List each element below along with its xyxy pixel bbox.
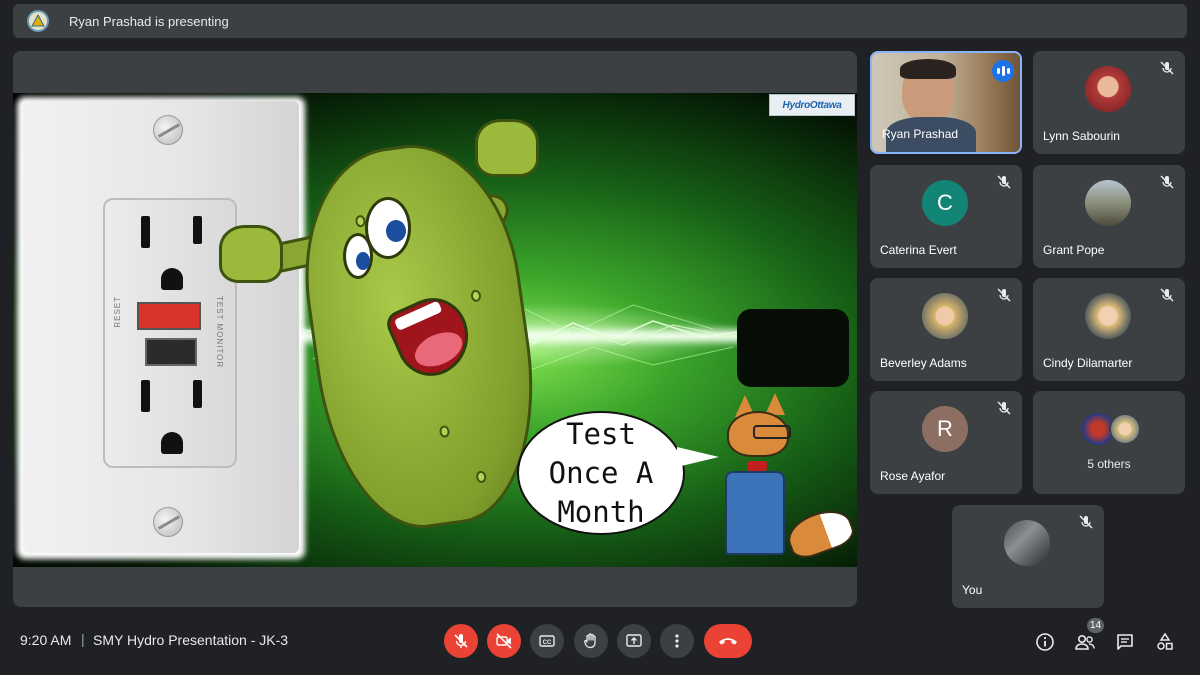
- participant-name: You: [962, 583, 983, 597]
- participant-tile-ryan[interactable]: Ryan Prashad: [870, 51, 1022, 154]
- pickle-eye: [343, 233, 373, 279]
- raise-hand-button[interactable]: [574, 624, 608, 658]
- meeting-info-button[interactable]: [1033, 630, 1057, 654]
- outlet-test-button: [137, 302, 201, 330]
- meeting-clock: 9:20 AM: [20, 632, 72, 648]
- participant-name: Lynn Sabourin: [1043, 129, 1120, 143]
- captions-button[interactable]: CC: [530, 624, 564, 658]
- participant-name: Grant Pope: [1043, 243, 1105, 257]
- speech-bubble-text: Test Once A Month: [548, 417, 654, 529]
- fox-glasses: [753, 425, 791, 439]
- chat-icon: [1117, 634, 1133, 650]
- meeting-title: SMY Hydro Presentation - JK-3: [93, 632, 289, 648]
- outlet-reset-button: [145, 338, 197, 366]
- avatar: [1085, 180, 1131, 226]
- participant-tile-grant[interactable]: Grant Pope: [1033, 165, 1185, 268]
- participant-name: Caterina Evert: [880, 243, 957, 257]
- mic-off-icon: [997, 401, 1011, 415]
- participant-name: Rose Ayafor: [880, 469, 946, 483]
- fox-character: [725, 471, 785, 555]
- outlet-label-reset: RESET: [113, 296, 122, 328]
- participant-name: Beverley Adams: [880, 356, 967, 370]
- presentation-panel[interactable]: TEST MONITOR RESET Test Once A Month Hyd…: [13, 51, 857, 607]
- hydro-ottawa-logo: HydroOttawa: [769, 94, 855, 116]
- screw-icon: [153, 115, 183, 145]
- presenting-text: Ryan Prashad is presenting: [69, 13, 229, 29]
- speaking-indicator-icon: [992, 60, 1014, 82]
- mic-toggle-button[interactable]: [444, 624, 478, 658]
- participant-tile-cindy[interactable]: Cindy Dilamarter: [1033, 278, 1185, 381]
- end-call-icon: [719, 638, 737, 645]
- mic-off-icon: [1079, 515, 1093, 529]
- people-button[interactable]: [1073, 630, 1097, 654]
- participant-tile-others[interactable]: 5 others: [1033, 391, 1185, 494]
- outlet-label-test: TEST MONITOR: [215, 296, 224, 369]
- end-call-button[interactable]: [704, 624, 752, 658]
- present-screen-icon: [626, 634, 642, 647]
- mic-off-icon: [1160, 288, 1174, 302]
- avatar: [1004, 520, 1050, 566]
- more-options-button[interactable]: [660, 624, 694, 658]
- mic-off-icon: [997, 288, 1011, 302]
- gfci-receptacle: TEST MONITOR RESET: [103, 198, 237, 468]
- participant-name: Cindy Dilamarter: [1043, 356, 1133, 370]
- mic-off-icon: [1160, 175, 1174, 189]
- chat-button[interactable]: [1113, 630, 1137, 654]
- footer-divider: |: [81, 631, 85, 647]
- avatar: [922, 293, 968, 339]
- captions-icon: CC: [539, 635, 555, 647]
- screw-icon: [153, 507, 183, 537]
- pickle-fist-left: [219, 225, 283, 283]
- avatar: R: [922, 406, 968, 452]
- fox-bowtie: [747, 461, 767, 471]
- mic-off-icon: [454, 634, 468, 648]
- people-icon: [1075, 634, 1095, 650]
- svg-text:CC: CC: [543, 640, 552, 646]
- raise-hand-icon: [584, 633, 596, 649]
- present-screen-button[interactable]: [617, 624, 651, 658]
- people-count-badge: 14: [1087, 618, 1105, 633]
- participant-name: Ryan Prashad: [882, 127, 959, 141]
- activities-button[interactable]: [1153, 630, 1177, 654]
- avatar: C: [922, 180, 968, 226]
- others-count-label: 5 others: [1087, 457, 1131, 471]
- participant-tile-beverley[interactable]: Beverley Adams: [870, 278, 1022, 381]
- activities-icon: [1157, 632, 1173, 650]
- mic-off-icon: [1160, 61, 1174, 75]
- avatar: [1085, 66, 1131, 112]
- presenter-logo-icon: [27, 10, 49, 32]
- avatar: [1085, 293, 1131, 339]
- info-icon: [1036, 633, 1054, 651]
- pickle-fist-right: [475, 119, 539, 177]
- avatar: [1109, 413, 1141, 445]
- presenting-banner: Ryan Prashad is presenting: [13, 4, 1187, 38]
- presentation-slide: TEST MONITOR RESET Test Once A Month Hyd…: [13, 93, 857, 567]
- participant-tile-you[interactable]: You: [952, 505, 1104, 608]
- camera-off-icon: [496, 633, 512, 649]
- mic-off-icon: [997, 175, 1011, 189]
- wall-outlet: TEST MONITOR RESET: [23, 101, 299, 553]
- power-plug: [737, 309, 849, 387]
- participant-tile-caterina[interactable]: C Caterina Evert: [870, 165, 1022, 268]
- participant-tile-rose[interactable]: R Rose Ayafor: [870, 391, 1022, 494]
- more-options-icon: [675, 634, 679, 648]
- camera-toggle-button[interactable]: [487, 624, 521, 658]
- participant-tile-lynn[interactable]: Lynn Sabourin: [1033, 51, 1185, 154]
